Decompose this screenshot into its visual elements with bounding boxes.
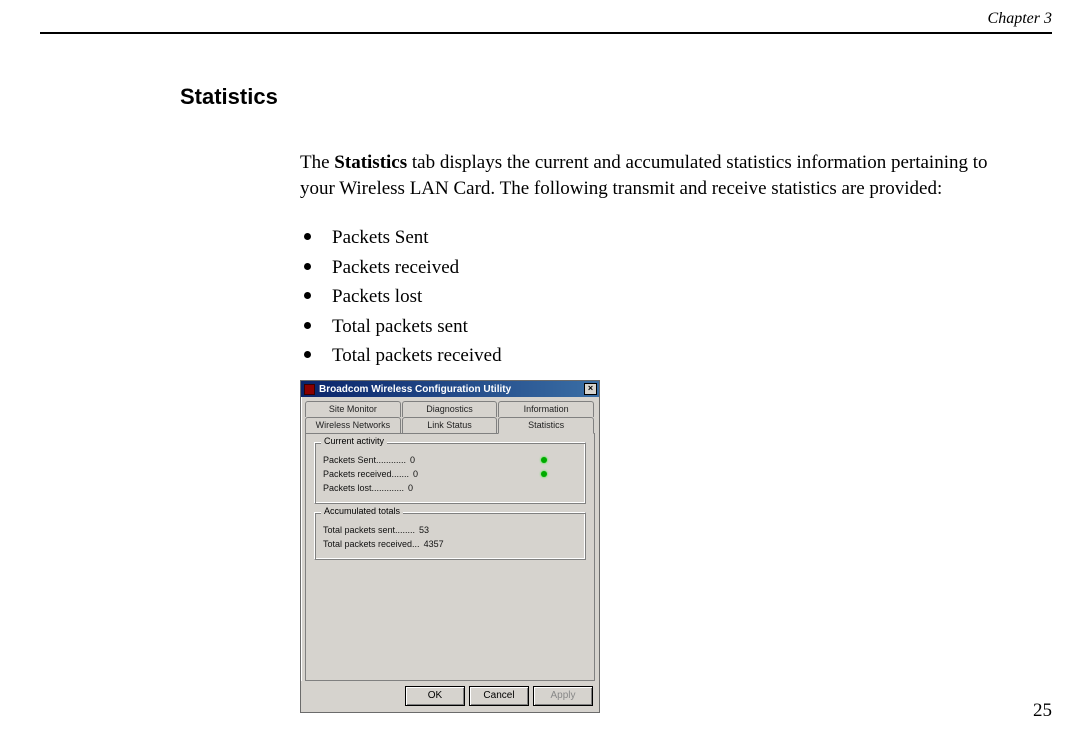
dialog-button-row: OK Cancel Apply (301, 681, 599, 712)
app-icon (304, 384, 315, 395)
activity-led-icon (541, 457, 547, 463)
stat-row-packets-lost: Packets lost............. 0 (323, 481, 577, 495)
tab-site-monitor[interactable]: Site Monitor (305, 401, 401, 417)
stat-label: Total packets received... (323, 537, 420, 551)
page: Chapter 3 Statistics The Statistics tab … (0, 0, 1092, 738)
para-bold: Statistics (334, 152, 407, 173)
stat-value: 0 (408, 481, 413, 495)
dialog-body: Site Monitor Diagnostics Information Wir… (301, 397, 599, 681)
groupbox-legend: Accumulated totals (321, 506, 403, 516)
apply-button[interactable]: Apply (533, 686, 593, 706)
tab-diagnostics[interactable]: Diagnostics (402, 401, 498, 417)
section-body: The Statistics tab displays the current … (300, 150, 1052, 713)
window-titlebar[interactable]: Broadcom Wireless Configuration Utility … (301, 381, 599, 397)
groupbox-legend: Current activity (321, 436, 387, 446)
tab-information[interactable]: Information (498, 401, 594, 417)
tab-area: Site Monitor Diagnostics Information Wir… (305, 401, 595, 681)
bullet-item: Total packets sent (300, 312, 1052, 341)
bullet-item: Packets lost (300, 282, 1052, 311)
window-title: Broadcom Wireless Configuration Utility (319, 384, 584, 395)
stat-value: 53 (419, 523, 429, 537)
tab-row-back: Site Monitor Diagnostics Information (305, 401, 595, 417)
stat-label: Packets lost............. (323, 481, 404, 495)
stat-label: Packets received....... (323, 467, 409, 481)
page-number: 25 (1033, 700, 1052, 722)
stat-value: 0 (410, 453, 415, 467)
stat-value: 0 (413, 467, 418, 481)
bullet-item: Total packets received (300, 341, 1052, 370)
stat-row-packets-sent: Packets Sent............ 0 (323, 453, 577, 467)
stat-row-packets-received: Packets received....... 0 (323, 467, 577, 481)
page-header: Chapter 3 (40, 0, 1052, 34)
chapter-label: Chapter 3 (988, 10, 1052, 27)
activity-led-icon (541, 471, 547, 477)
dialog-screenshot: Broadcom Wireless Configuration Utility … (300, 380, 1052, 713)
page-content: Statistics The Statistics tab displays t… (40, 34, 1052, 713)
tab-row-front: Wireless Networks Link Status Statistics (305, 417, 595, 433)
bullet-item: Packets received (300, 253, 1052, 282)
ok-button[interactable]: OK (405, 686, 465, 706)
bullet-list: Packets Sent Packets received Packets lo… (300, 223, 1052, 370)
stat-label: Total packets sent........ (323, 523, 415, 537)
stat-label: Packets Sent............ (323, 453, 406, 467)
stat-row-total-sent: Total packets sent........ 53 (323, 523, 577, 537)
tab-wireless-networks[interactable]: Wireless Networks (305, 417, 401, 433)
groupbox-accumulated-totals: Accumulated totals Total packets sent...… (314, 512, 586, 560)
tab-link-status[interactable]: Link Status (402, 417, 498, 433)
stat-row-total-received: Total packets received... 4357 (323, 537, 577, 551)
config-utility-window: Broadcom Wireless Configuration Utility … (300, 380, 600, 713)
groupbox-current-activity: Current activity Packets Sent...........… (314, 442, 586, 504)
intro-paragraph: The Statistics tab displays the current … (300, 150, 1020, 201)
para-pre: The (300, 152, 334, 173)
tab-panel-statistics: Current activity Packets Sent...........… (305, 433, 595, 681)
section-heading: Statistics (180, 84, 1052, 110)
tab-statistics[interactable]: Statistics (498, 417, 594, 434)
close-button[interactable]: × (584, 383, 597, 395)
stat-value: 4357 (424, 537, 444, 551)
bullet-item: Packets Sent (300, 223, 1052, 252)
cancel-button[interactable]: Cancel (469, 686, 529, 706)
